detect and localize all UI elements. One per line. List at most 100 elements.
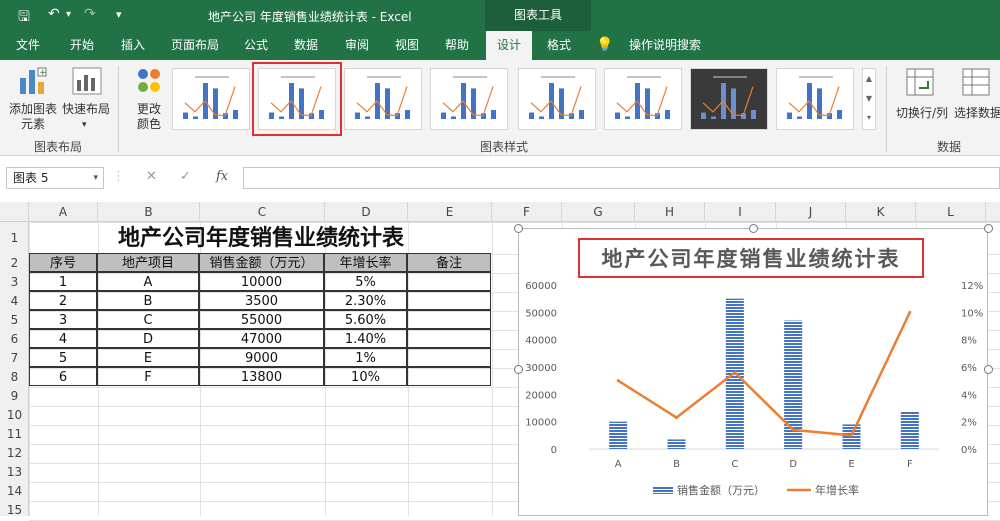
resize-handle-top-right[interactable]: [984, 224, 993, 233]
chart-object[interactable]: 地产公司年度销售业绩统计表 0 10000 20000 30000 40000 50000 6…: [518, 228, 988, 516]
growth-rate-point[interactable]: [675, 416, 678, 420]
table-cell[interactable]: 55000: [199, 310, 324, 329]
column-header-l[interactable]: L: [916, 202, 986, 222]
name-box[interactable]: 图表 5 ▾: [6, 167, 104, 189]
chart-style-thumbnail[interactable]: [776, 68, 854, 130]
quick-layout-button[interactable]: 快速布局 ▾: [62, 64, 110, 134]
table-cell[interactable]: E: [97, 348, 199, 367]
tab-help[interactable]: 帮助: [434, 31, 480, 60]
column-header-g[interactable]: G: [562, 202, 635, 222]
table-header-cell[interactable]: 销售金额（万元）: [199, 253, 324, 272]
column-header-h[interactable]: H: [635, 202, 705, 222]
row-header-14[interactable]: 14: [0, 482, 29, 501]
table-cell[interactable]: 4: [29, 329, 97, 348]
tab-file[interactable]: 文件: [4, 31, 52, 60]
tab-insert[interactable]: 插入: [108, 31, 158, 60]
table-cell[interactable]: 5.60%: [324, 310, 407, 329]
bar-b[interactable]: [667, 439, 686, 449]
column-header-e[interactable]: E: [408, 202, 492, 222]
growth-rate-point[interactable]: [791, 428, 795, 432]
name-box-dropdown-icon[interactable]: ▾: [93, 168, 98, 188]
chart-style-thumbnail[interactable]: [430, 68, 508, 130]
tab-design[interactable]: 设计: [486, 31, 532, 60]
row-header-10[interactable]: 10: [0, 406, 29, 425]
change-colors-button[interactable]: 更改 颜色: [126, 64, 172, 134]
chart-style-thumbnail[interactable]: [604, 68, 682, 130]
styles-gallery-scroll[interactable]: ▲ ▼ ▾: [862, 68, 876, 130]
select-all-corner[interactable]: [0, 202, 29, 222]
table-cell[interactable]: 6: [29, 367, 97, 386]
table-header-cell[interactable]: 年增长率: [324, 253, 407, 272]
table-cell[interactable]: [407, 310, 491, 329]
table-cell[interactable]: 3500: [199, 291, 324, 310]
growth-rate-point[interactable]: [908, 310, 912, 314]
growth-rate-point[interactable]: [850, 433, 853, 437]
row-header-7[interactable]: 7: [0, 349, 29, 368]
switch-row-column-button[interactable]: 切换行/列: [892, 64, 948, 134]
growth-rate-point[interactable]: [733, 370, 737, 374]
undo-dropdown-icon[interactable]: ▾: [66, 9, 71, 20]
tab-data[interactable]: 数据: [282, 31, 330, 60]
table-cell[interactable]: [407, 329, 491, 348]
table-cell[interactable]: 10%: [324, 367, 407, 386]
row-header-4[interactable]: 4: [0, 292, 29, 311]
growth-rate-line[interactable]: [617, 311, 911, 437]
table-cell[interactable]: 5%: [324, 272, 407, 291]
resize-handle-top-left[interactable]: [514, 224, 523, 233]
tab-format[interactable]: 格式: [536, 31, 582, 60]
column-header-d[interactable]: D: [325, 202, 408, 222]
table-header-cell[interactable]: 备注: [407, 253, 491, 272]
table-cell[interactable]: [407, 272, 491, 291]
redo-icon[interactable]: ↷: [84, 6, 96, 22]
bar-a[interactable]: [609, 421, 628, 449]
tab-page-layout[interactable]: 页面布局: [160, 31, 230, 60]
growth-rate-point[interactable]: [616, 379, 620, 383]
column-header-b[interactable]: B: [98, 202, 200, 222]
chart-style-thumbnail[interactable]: [172, 68, 250, 130]
row-header-2[interactable]: 2: [0, 254, 29, 273]
resize-handle-top[interactable]: [749, 224, 758, 233]
table-cell[interactable]: B: [97, 291, 199, 310]
table-title[interactable]: 地产公司年度销售业绩统计表: [30, 224, 492, 254]
enter-icon[interactable]: ✓: [180, 169, 191, 184]
table-cell[interactable]: 1%: [324, 348, 407, 367]
row-header-13[interactable]: 13: [0, 463, 29, 482]
chart-style-thumbnail[interactable]: [690, 68, 768, 130]
save-icon[interactable]: 🖫: [18, 6, 30, 30]
table-cell[interactable]: 1.40%: [324, 329, 407, 348]
table-cell[interactable]: 2.30%: [324, 291, 407, 310]
tab-formulas[interactable]: 公式: [234, 31, 278, 60]
row-header-8[interactable]: 8: [0, 368, 29, 387]
bar-f[interactable]: [900, 411, 919, 449]
tab-view[interactable]: 视图: [384, 31, 430, 60]
row-header-1[interactable]: 1: [0, 222, 29, 254]
table-cell[interactable]: 9000: [199, 348, 324, 367]
table-cell[interactable]: D: [97, 329, 199, 348]
table-cell[interactable]: 3: [29, 310, 97, 329]
column-header-j[interactable]: J: [776, 202, 846, 222]
row-header-11[interactable]: 11: [0, 425, 29, 444]
tab-review[interactable]: 审阅: [334, 31, 380, 60]
column-header-c[interactable]: C: [200, 202, 325, 222]
formula-input[interactable]: [243, 167, 1000, 189]
select-data-button[interactable]: 选择数据: [950, 64, 1000, 134]
chart-style-thumbnail[interactable]: [518, 68, 596, 130]
tell-me-search[interactable]: 操作说明搜索: [620, 31, 710, 60]
chart-style-thumbnail[interactable]: [252, 62, 342, 136]
column-header-i[interactable]: I: [705, 202, 776, 222]
resize-handle-left[interactable]: [514, 365, 523, 374]
row-header-9[interactable]: 9: [0, 387, 29, 406]
table-cell[interactable]: 47000: [199, 329, 324, 348]
table-cell[interactable]: F: [97, 367, 199, 386]
undo-icon[interactable]: ↶: [48, 6, 60, 22]
row-header-5[interactable]: 5: [0, 311, 29, 330]
table-header-cell[interactable]: 地产项目: [97, 253, 199, 272]
chart-title[interactable]: 地产公司年度销售业绩统计表: [602, 247, 901, 271]
table-cell[interactable]: 13800: [199, 367, 324, 386]
table-cell[interactable]: A: [97, 272, 199, 291]
chart-style-thumbnail[interactable]: [344, 68, 422, 130]
row-header-12[interactable]: 12: [0, 444, 29, 463]
column-header-f[interactable]: F: [492, 202, 562, 222]
table-cell[interactable]: 5: [29, 348, 97, 367]
table-cell[interactable]: C: [97, 310, 199, 329]
